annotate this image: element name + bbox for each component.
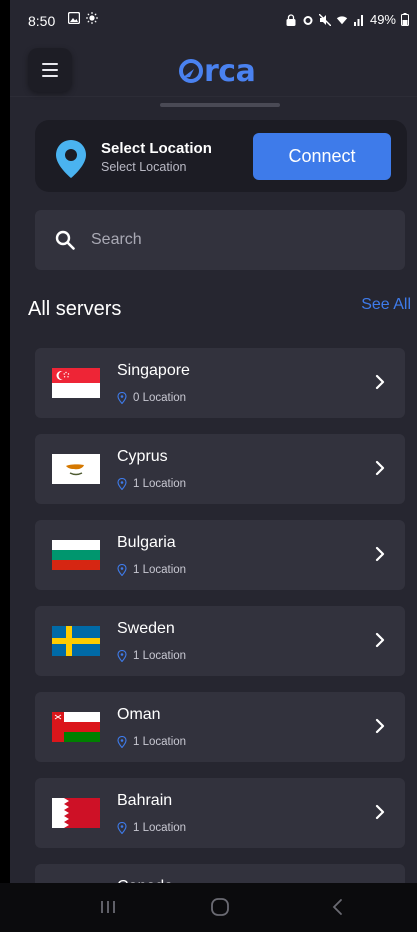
- oman-flag-icon: [52, 712, 100, 742]
- connect-button[interactable]: Connect: [253, 133, 391, 180]
- server-name: Bulgaria: [117, 534, 176, 551]
- see-all-link[interactable]: See All: [361, 296, 411, 314]
- singapore-flag-icon: [52, 368, 100, 398]
- menu-button[interactable]: [28, 48, 72, 92]
- location-card[interactable]: Select Location Select Location Connect: [35, 120, 407, 192]
- server-name: Oman: [117, 706, 161, 723]
- server-item-bulgaria[interactable]: Bulgaria 1 Location: [35, 520, 405, 590]
- signal-icon: [353, 14, 363, 26]
- server-item-singapore[interactable]: Singapore 0 Location: [35, 348, 405, 418]
- status-notification-icons: [68, 12, 98, 24]
- back-icon[interactable]: [326, 897, 350, 917]
- server-item-sweden[interactable]: Sweden 1 Location: [35, 606, 405, 676]
- location-title: Select Location: [101, 140, 212, 157]
- drag-handle[interactable]: [160, 103, 280, 107]
- search-icon: [55, 230, 75, 250]
- gallery-icon: [68, 12, 80, 24]
- home-icon[interactable]: [208, 897, 232, 917]
- server-item-cyprus[interactable]: Cyprus 1 Location: [35, 434, 405, 504]
- server-location-count: 1 Location: [117, 564, 186, 576]
- status-system-icons: 49%: [285, 12, 409, 27]
- chevron-right-icon: [375, 718, 385, 734]
- orca-logo-icon: [179, 59, 203, 83]
- header-divider: [10, 96, 417, 97]
- location-count-text: 1 Location: [133, 736, 187, 748]
- wifi-icon: [336, 15, 348, 24]
- server-item-oman[interactable]: Oman 1 Location: [35, 692, 405, 762]
- server-name: Bahrain: [117, 792, 173, 809]
- mute-icon: [318, 13, 331, 26]
- location-pin-icon: [117, 650, 127, 662]
- search-input[interactable]: [91, 226, 381, 254]
- chevron-right-icon: [375, 546, 385, 562]
- servers-section-title: All servers: [28, 298, 122, 320]
- battery-icon: [401, 13, 409, 26]
- recent-apps-icon[interactable]: [96, 897, 120, 917]
- hamburger-icon: [42, 63, 58, 65]
- server-list: Singapore 0 Location Cyprus 1 Location B…: [35, 348, 405, 932]
- sweden-flag-icon: [52, 626, 100, 656]
- location-count-text: 1 Location: [133, 478, 187, 490]
- location-pin-icon: [56, 140, 86, 178]
- app-logo: rca: [178, 54, 256, 89]
- app-screen: 8:50 49% rca Select Location Select Loca…: [10, 0, 417, 932]
- server-location-count: 1 Location: [117, 822, 186, 834]
- server-location-count: 1 Location: [117, 650, 186, 662]
- location-pin-icon: [117, 822, 127, 834]
- location-pin-icon: [117, 736, 127, 748]
- chevron-right-icon: [375, 804, 385, 820]
- sun-icon: [86, 12, 98, 24]
- server-name: Singapore: [117, 362, 190, 379]
- server-name: Cyprus: [117, 448, 168, 465]
- status-time: 8:50: [28, 13, 56, 29]
- location-count-text: 0 Location: [133, 392, 187, 404]
- hamburger-icon-line: [42, 75, 58, 77]
- location-count-text: 1 Location: [133, 564, 187, 576]
- server-location-count: 1 Location: [117, 478, 186, 490]
- server-location-count: 1 Location: [117, 736, 186, 748]
- system-navigation-bar: [0, 883, 417, 932]
- search-box[interactable]: [35, 210, 405, 270]
- bulgaria-flag-icon: [52, 540, 100, 570]
- location-pin-icon: [117, 478, 127, 490]
- cyprus-flag-icon: [52, 454, 100, 484]
- lock-icon: [286, 13, 296, 26]
- server-item-bahrain[interactable]: Bahrain 1 Location: [35, 778, 405, 848]
- app-header: rca: [10, 40, 417, 108]
- chevron-right-icon: [375, 460, 385, 476]
- hamburger-icon-line: [42, 69, 58, 71]
- bahrain-flag-icon: [52, 798, 100, 828]
- chevron-right-icon: [375, 374, 385, 390]
- location-count-text: 1 Location: [133, 650, 187, 662]
- location-pin-icon: [117, 564, 127, 576]
- server-name: Sweden: [117, 620, 175, 637]
- logo-text: rca: [204, 54, 256, 89]
- server-location-count: 0 Location: [117, 392, 186, 404]
- location-subtitle: Select Location: [101, 160, 187, 174]
- status-bar: 8:50 49%: [10, 0, 417, 40]
- chevron-right-icon: [375, 632, 385, 648]
- location-pin-icon: [117, 392, 127, 404]
- battery-percent: 49%: [369, 12, 396, 27]
- alarm-icon: [303, 15, 313, 25]
- location-count-text: 1 Location: [133, 822, 187, 834]
